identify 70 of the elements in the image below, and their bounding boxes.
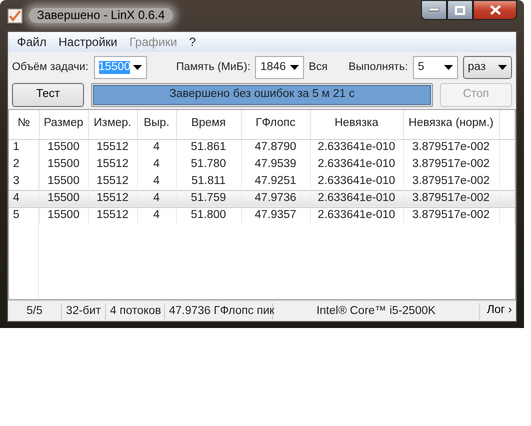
memory-label: Память (МиБ): <box>176 60 250 74</box>
table-cell: 51.759 <box>176 190 241 207</box>
column-header[interactable]: Время <box>176 110 241 139</box>
maximize-icon <box>455 6 465 14</box>
table-cell: 51.780 <box>176 156 241 173</box>
table-cell: 1 <box>9 139 39 156</box>
maximize-button[interactable] <box>447 0 473 20</box>
status-item: 4 потоков <box>106 302 165 320</box>
table-cell: 51.861 <box>176 139 241 156</box>
table-cell: 3.879517e-002 <box>403 190 499 207</box>
caret-icon <box>133 65 142 70</box>
table-cell: 15500 <box>39 207 88 224</box>
caret-icon <box>444 65 453 70</box>
table-cell: 4 <box>137 207 176 224</box>
table-cell: 2.633641e-010 <box>310 207 403 224</box>
status-item: 5/5 <box>8 302 62 320</box>
caret-icon <box>290 65 299 70</box>
column-header[interactable]: Размер <box>39 110 88 139</box>
table-cell: 3.879517e-002 <box>403 156 499 173</box>
table-cell: 47.8790 <box>241 139 310 156</box>
app-icon <box>7 8 23 24</box>
caret-icon <box>498 65 507 70</box>
table-cell: 15500 <box>39 156 88 173</box>
column-header[interactable]: Измер. <box>88 110 137 139</box>
table-cell: 2.633641e-010 <box>310 156 403 173</box>
menu-item[interactable]: Файл <box>11 34 53 50</box>
table-cell: 47.9357 <box>241 207 310 224</box>
column-header[interactable]: № <box>9 110 39 139</box>
runs-unit-combo[interactable]: раз <box>462 56 512 79</box>
close-icon <box>490 5 500 15</box>
minimize-icon <box>429 8 439 12</box>
table-cell: 15500 <box>39 190 88 207</box>
table-cell: 15512 <box>88 207 137 224</box>
column-header[interactable]: ГФлопс <box>241 110 310 139</box>
column-header[interactable]: Невязка (норм.) <box>403 110 499 139</box>
task-size-label: Объём задачи: <box>12 60 88 74</box>
runs-combo[interactable]: 5 <box>412 56 458 79</box>
table-cell: 15512 <box>88 190 137 207</box>
table-cell: 51.800 <box>176 207 241 224</box>
column-header[interactable]: Невязка <box>310 110 403 139</box>
table-cell: 15500 <box>39 139 88 156</box>
memory-note: Вся <box>308 60 328 74</box>
status-item: Intel® Core™ i5-2500K <box>273 302 480 320</box>
table-cell: 4 <box>137 190 176 207</box>
table-cell: 15512 <box>88 139 137 156</box>
table-cell: 4 <box>137 139 176 156</box>
table-cell: 2.633641e-010 <box>310 190 403 207</box>
table-cell: 3.879517e-002 <box>403 139 499 156</box>
table-cell: 5 <box>9 207 39 224</box>
table-cell: 4 <box>9 190 39 207</box>
table-cell: 15512 <box>88 156 137 173</box>
status-item: 32-бит <box>62 302 106 320</box>
menu-item[interactable]: Настройки <box>52 34 124 50</box>
table-cell: 47.9539 <box>241 156 310 173</box>
table-cell: 47.9736 <box>241 190 310 207</box>
table-cell: 3.879517e-002 <box>403 207 499 224</box>
table-cell: 2.633641e-010 <box>310 139 403 156</box>
window-title: Завершено - LinX 0.6.4 <box>29 8 173 23</box>
menu-item[interactable]: ? <box>183 34 202 50</box>
close-button[interactable] <box>473 0 517 20</box>
table-cell: 4 <box>137 156 176 173</box>
test-button[interactable]: Тест <box>12 83 84 107</box>
column-header[interactable]: Выр. <box>137 110 176 139</box>
memory-combo[interactable]: 1846 <box>255 56 304 79</box>
runs-label: Выполнять: <box>348 60 408 74</box>
progress-text: Завершено без ошибок за 5 м 21 с <box>168 87 356 102</box>
log-button[interactable]: Лог › <box>482 304 516 318</box>
table-cell: 2 <box>9 156 39 173</box>
status-item: 47.9736 ГФлопс пик <box>165 302 273 320</box>
minimize-button[interactable] <box>421 0 447 20</box>
